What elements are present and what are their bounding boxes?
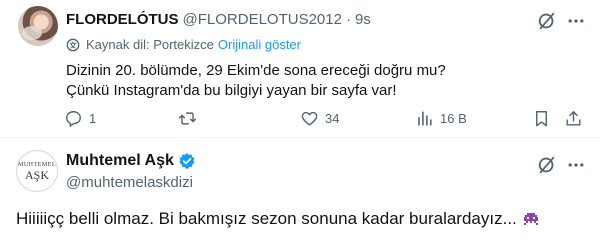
reply-icon — [66, 111, 81, 127]
more-icon[interactable] — [566, 11, 586, 31]
quoted-tweet[interactable]: FLORDELÓTUS @FLORDELOTUS2012 · 9s Kaynak… — [0, 0, 600, 137]
tweet-header: FLORDELÓTUS @FLORDELOTUS2012 · 9s — [66, 9, 371, 29]
timestamp[interactable]: 9s — [355, 11, 371, 28]
show-original-link[interactable]: Orijinali göster — [218, 37, 301, 52]
display-name[interactable]: FLORDELÓTUS — [66, 11, 179, 28]
avatar[interactable] — [18, 6, 58, 46]
like-icon — [301, 111, 318, 126]
tweet-actions: 1 34 16 B — [64, 109, 584, 131]
user-handle[interactable]: @FLORDELOTUS2012 — [183, 11, 342, 28]
views-count: 16 B — [440, 111, 467, 126]
like-button[interactable]: 34 — [300, 109, 339, 128]
avatar[interactable]: MUHTEMEL AŞK — [16, 150, 58, 192]
tweet-header: Muhtemel Aşk — [66, 152, 196, 170]
retweet-icon — [178, 112, 197, 125]
display-name[interactable]: Muhtemel Aşk — [66, 152, 174, 170]
tweet-text-line: Çünkü Instagram'da bu bilgiyi yayan bir … — [66, 82, 397, 99]
bookmark-button[interactable] — [532, 109, 551, 128]
grok-icon[interactable] — [536, 10, 558, 32]
reply-count: 1 — [89, 111, 97, 126]
separator: · — [345, 10, 351, 28]
tweet-text: Dizinin 20. bölümde, 29 Ekim'de sona ere… — [66, 61, 586, 101]
verified-badge-icon[interactable] — [178, 152, 196, 170]
avatar-text-bottom: AŞK — [24, 167, 49, 182]
tweet-text-line: Dizinin 20. bölümde, 29 Ekim'de sona ere… — [66, 62, 446, 79]
views-button[interactable]: 16 B — [415, 109, 467, 128]
reply-button[interactable]: 1 — [64, 109, 96, 128]
user-handle[interactable]: @muhtemelaskdizi — [66, 174, 193, 191]
grok-icon[interactable] — [536, 154, 558, 176]
bookmark-icon — [536, 111, 547, 127]
alien-monster-emoji-icon — [523, 213, 538, 225]
translate-icon — [66, 38, 80, 51]
tweet-text: Hiiiiiçç belli olmaz. Bi bakmışız sezon … — [16, 208, 539, 230]
share-icon — [566, 111, 581, 126]
retweet-button[interactable] — [178, 109, 203, 128]
share-button[interactable] — [564, 109, 583, 128]
like-count: 34 — [325, 111, 340, 126]
divider — [0, 137, 600, 138]
translation-bar: Kaynak dil: Portekizce Orijinali göster — [66, 37, 301, 52]
tweet-text-content: Hiiiiiçç belli olmaz. Bi bakmışız sezon … — [16, 209, 517, 228]
more-icon[interactable] — [566, 155, 586, 175]
views-icon — [418, 111, 432, 126]
source-language-label: Kaynak dil: Portekizce — [86, 37, 214, 52]
